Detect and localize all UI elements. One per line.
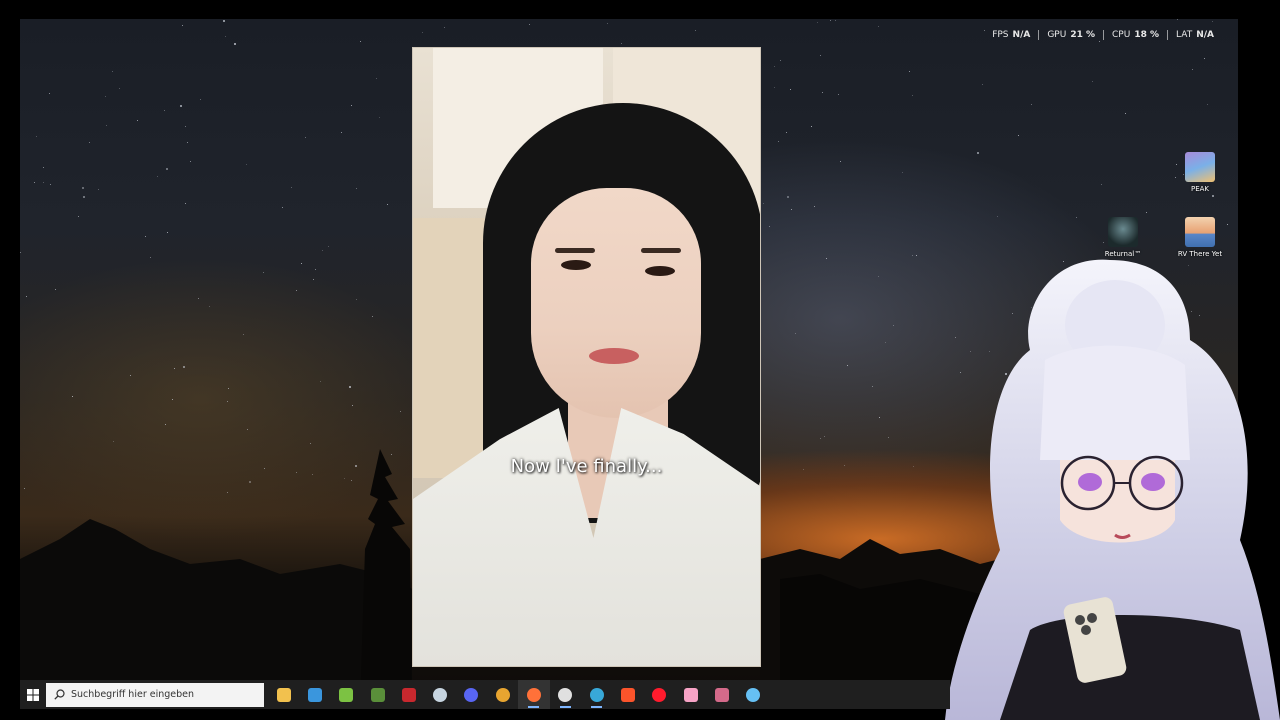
fps-stat: FPS N/A xyxy=(984,30,1038,40)
taskbar-app-discord[interactable] xyxy=(456,680,487,709)
store-icon xyxy=(307,687,322,702)
launcher-icon xyxy=(401,687,416,702)
taskbar-app-steam[interactable] xyxy=(424,680,455,709)
peak-game-icon xyxy=(1185,152,1215,182)
taskbar-app-minecraft[interactable] xyxy=(362,680,393,709)
taskbar-app-opera[interactable] xyxy=(644,680,675,709)
returnal-game-icon xyxy=(1108,217,1138,247)
performance-overlay: FPS N/A GPU 21 % CPU 18 % LAT N/A xyxy=(984,30,1222,40)
windows-logo-icon xyxy=(27,688,39,701)
discord-icon xyxy=(464,687,479,702)
cpu-value: 18 % xyxy=(1134,30,1160,40)
vtuber-avatar xyxy=(945,259,1280,720)
latency-label: LAT xyxy=(1176,30,1193,40)
taskbar-apps xyxy=(268,680,769,709)
cpu-stat: CPU 18 % xyxy=(1103,30,1167,40)
taskbar: Suchbegriff hier eingeben xyxy=(20,680,950,709)
taskbar-app-streamlabs[interactable] xyxy=(550,680,581,709)
left-eyebrow xyxy=(555,248,595,253)
taskbar-app-app-blue[interactable] xyxy=(581,680,612,709)
screen: FPS N/A GPU 21 % CPU 18 % LAT N/A PEAK R… xyxy=(0,0,1280,720)
steam-icon xyxy=(433,687,448,702)
fps-label: FPS xyxy=(992,30,1009,40)
search-placeholder: Suchbegriff hier eingeben xyxy=(71,689,195,700)
video-player[interactable]: Now I've finally... xyxy=(412,47,761,667)
taskbar-app-game-launcher[interactable] xyxy=(393,680,424,709)
gpu-stat: GPU 21 % xyxy=(1038,30,1103,40)
gpu-label: GPU xyxy=(1047,30,1067,40)
person-face xyxy=(531,188,701,418)
taskbar-app-firefox[interactable] xyxy=(518,680,550,709)
desktop-icon-peak[interactable]: PEAK xyxy=(1170,152,1230,193)
right-eyebrow xyxy=(641,248,681,253)
blue-app-icon xyxy=(589,687,604,702)
firefox-icon xyxy=(527,687,542,702)
streamlabs-icon xyxy=(558,687,573,702)
gpu-value: 21 % xyxy=(1070,30,1096,40)
chrome-icon xyxy=(495,687,510,702)
minecraft-icon xyxy=(370,687,385,702)
rv-there-yet-game-icon xyxy=(1185,217,1215,247)
taskbar-app-pink-app[interactable] xyxy=(675,680,706,709)
person-lips xyxy=(589,348,639,364)
taskbar-app-app-misc[interactable] xyxy=(706,680,737,709)
taskbar-search-input[interactable]: Suchbegriff hier eingeben xyxy=(46,682,264,707)
left-eye xyxy=(561,260,591,270)
brave-icon xyxy=(620,687,635,702)
opera-icon xyxy=(652,687,667,702)
start-button[interactable] xyxy=(20,680,46,709)
taskbar-app-chrome[interactable] xyxy=(487,680,518,709)
android-icon xyxy=(339,687,354,702)
latency-value: N/A xyxy=(1196,30,1214,40)
desktop-icon-label: PEAK xyxy=(1190,185,1210,193)
misc-app-icon xyxy=(714,687,729,702)
pink-app-icon xyxy=(683,687,698,702)
taskbar-app-file-explorer[interactable] xyxy=(268,680,299,709)
video-subtitle: Now I've finally... xyxy=(510,456,663,477)
search-icon xyxy=(54,689,65,700)
fps-value: N/A xyxy=(1012,30,1031,40)
steam-icon xyxy=(746,687,761,702)
folder-icon xyxy=(276,687,291,702)
cpu-label: CPU xyxy=(1112,30,1131,40)
taskbar-app-microsoft-store[interactable] xyxy=(299,680,330,709)
taskbar-app-steam-2[interactable] xyxy=(737,680,768,709)
taskbar-app-brave[interactable] xyxy=(612,680,643,709)
right-eye xyxy=(645,266,675,276)
taskbar-app-android-app[interactable] xyxy=(331,680,362,709)
latency-stat: LAT N/A xyxy=(1167,30,1222,40)
